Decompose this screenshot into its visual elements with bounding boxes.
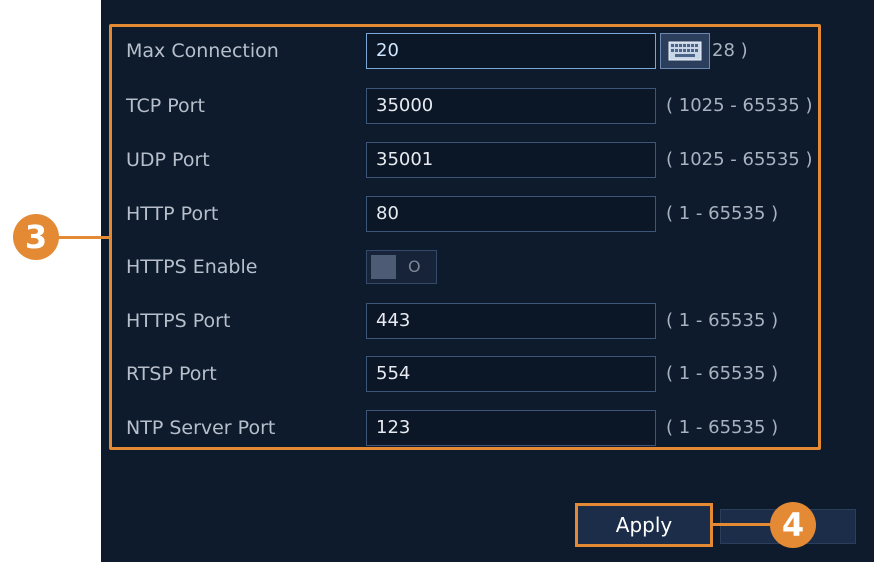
ntp-server-port-label: NTP Server Port — [126, 417, 276, 439]
max-connection-label: Max Connection — [126, 40, 279, 62]
row-ntp-server-port: NTP Server Port 123 ( 1 - 65535 ) — [0, 410, 884, 446]
rtsp-port-label: RTSP Port — [126, 363, 217, 385]
toggle-knob — [371, 255, 396, 279]
ntp-server-port-input[interactable]: 123 — [366, 410, 656, 446]
udp-port-input[interactable]: 35001 — [366, 142, 656, 178]
keyboard-icon — [668, 41, 702, 61]
row-udp-port: UDP Port 35001 ( 1025 - 65535 ) — [0, 142, 884, 178]
screenshot-stage: Max Connection 20 28 ) TCP Port 35000 (… — [0, 0, 884, 562]
udp-port-range: ( 1025 - 65535 ) — [666, 149, 813, 170]
tcp-port-range: ( 1025 - 65535 ) — [666, 95, 813, 116]
row-https-port: HTTPS Port 443 ( 1 - 65535 ) — [0, 303, 884, 339]
tcp-port-label: TCP Port — [126, 95, 205, 117]
rtsp-port-range: ( 1 - 65535 ) — [666, 363, 779, 384]
https-port-input[interactable]: 443 — [366, 303, 656, 339]
row-max-connection: Max Connection 20 28 ) — [0, 33, 884, 69]
https-enable-toggle[interactable]: O — [366, 250, 437, 284]
step-3-leader-line — [58, 236, 110, 239]
row-rtsp-port: RTSP Port 554 ( 1 - 65535 ) — [0, 356, 884, 392]
http-port-label: HTTP Port — [126, 203, 219, 225]
keyboard-button[interactable] — [660, 33, 710, 69]
udp-port-label: UDP Port — [126, 149, 210, 171]
row-tcp-port: TCP Port 35000 ( 1025 - 65535 ) — [0, 88, 884, 124]
step-4-callout: 4 — [770, 502, 816, 548]
http-port-input[interactable]: 80 — [366, 196, 656, 232]
https-port-range: ( 1 - 65535 ) — [666, 310, 779, 331]
row-http-port: HTTP Port 80 ( 1 - 65535 ) — [0, 196, 884, 232]
max-connection-range: 28 ) — [712, 40, 748, 61]
https-port-label: HTTPS Port — [126, 310, 231, 332]
rtsp-port-input[interactable]: 554 — [366, 356, 656, 392]
toggle-off-indicator: O — [408, 257, 421, 276]
row-https-enable: HTTPS Enable — [0, 249, 884, 285]
step-4-leader-line — [713, 523, 773, 526]
max-connection-input[interactable]: 20 — [366, 33, 656, 69]
ntp-server-port-range: ( 1 - 65535 ) — [666, 417, 779, 438]
https-enable-label: HTTPS Enable — [126, 256, 258, 278]
tcp-port-input[interactable]: 35000 — [366, 88, 656, 124]
step-3-callout: 3 — [13, 214, 59, 260]
http-port-range: ( 1 - 65535 ) — [666, 203, 779, 224]
apply-button[interactable]: Apply — [575, 503, 713, 547]
